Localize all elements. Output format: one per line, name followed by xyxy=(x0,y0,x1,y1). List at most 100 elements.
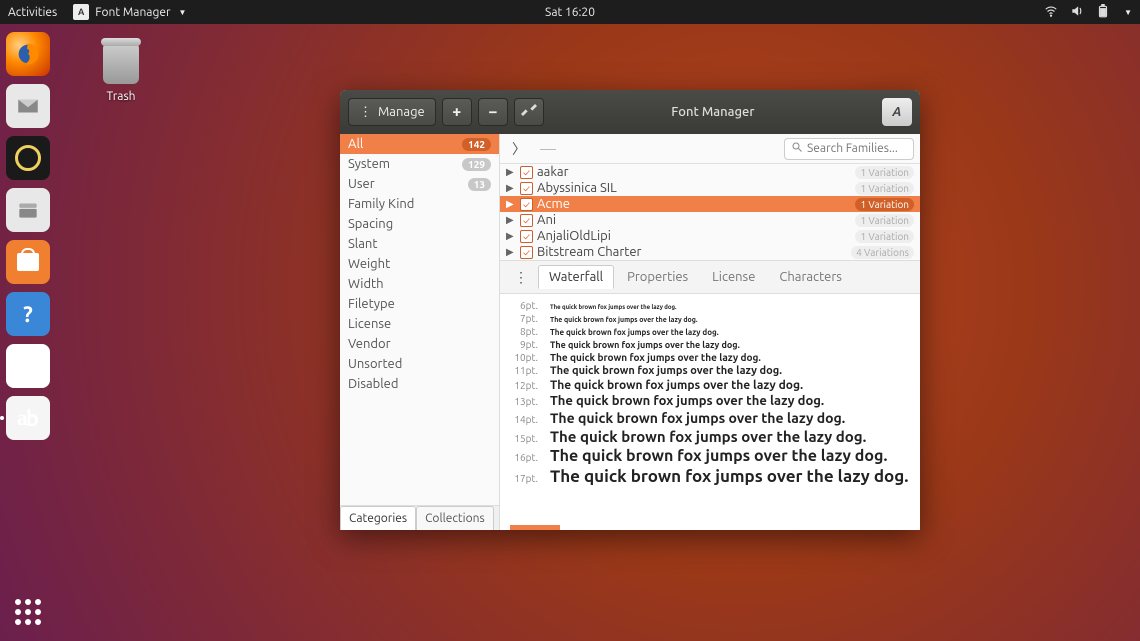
category-item[interactable]: Filetype xyxy=(340,294,499,314)
category-label: Filetype xyxy=(348,297,395,311)
preview-tabs: ⋮ Waterfall Properties License Character… xyxy=(500,260,920,294)
waterfall-point-size: 17pt. xyxy=(510,473,538,484)
about-button[interactable]: A xyxy=(882,98,912,126)
app-menu[interactable]: A Font Manager ▼ xyxy=(73,4,186,20)
show-applications-button[interactable] xyxy=(15,599,41,625)
back-button[interactable]: 〉 xyxy=(506,139,532,159)
manage-button[interactable]: ⋮ Manage xyxy=(348,98,436,126)
family-item[interactable]: ▶ ✓ Ani 1 Variation xyxy=(500,212,920,228)
family-name: AnjaliOldLipi xyxy=(537,229,851,243)
waterfall-preview: 6pt.The quick brown fox jumps over the l… xyxy=(500,294,920,530)
desktop-icon-label: Trash xyxy=(86,90,156,103)
preview-menu-button[interactable]: ⋮ xyxy=(506,269,536,286)
tab-characters[interactable]: Characters xyxy=(768,265,853,289)
category-label: Family Kind xyxy=(348,197,414,211)
tab-waterfall[interactable]: Waterfall xyxy=(538,265,614,289)
category-item[interactable]: Width xyxy=(340,274,499,294)
family-checkbox[interactable]: ✓ xyxy=(520,198,533,211)
family-item[interactable]: ▶✓Acme1 Variation xyxy=(500,196,920,212)
category-count-badge: 13 xyxy=(468,178,491,191)
system-menu-caret-icon[interactable]: ▼ xyxy=(1124,8,1132,17)
waterfall-row: 6pt.The quick brown fox jumps over the l… xyxy=(510,300,910,311)
variation-badge: 4 Variations xyxy=(851,246,914,259)
waterfall-point-size: 11pt. xyxy=(510,365,538,376)
launcher-firefox[interactable] xyxy=(6,32,50,76)
tab-properties[interactable]: Properties xyxy=(616,265,699,289)
family-item[interactable]: ▶✓AnjaliOldLipi1 Variation xyxy=(500,228,920,244)
tab-categories[interactable]: Categories xyxy=(340,506,416,530)
waterfall-sample: The quick brown fox jumps over the lazy … xyxy=(550,365,782,377)
font-icon: A xyxy=(892,105,901,119)
family-checkbox[interactable]: ✓ xyxy=(520,182,533,195)
waterfall-sample: The quick brown fox jumps over the lazy … xyxy=(550,410,845,426)
battery-icon[interactable] xyxy=(1096,4,1110,21)
tab-license[interactable]: License xyxy=(701,265,766,289)
launcher-software[interactable] xyxy=(6,240,50,284)
minus-icon: − xyxy=(488,103,497,121)
category-item[interactable]: Disabled xyxy=(340,374,499,394)
clock[interactable]: Sat 16:20 xyxy=(545,6,595,19)
launcher-amazon[interactable]: a xyxy=(6,344,50,388)
waterfall-sample: The quick brown fox jumps over the lazy … xyxy=(550,304,677,311)
waterfall-point-size: 14pt. xyxy=(510,414,538,425)
settings-button[interactable] xyxy=(514,98,544,126)
family-name: Ani xyxy=(537,213,851,227)
volume-icon[interactable] xyxy=(1070,4,1084,21)
waterfall-row: 8pt.The quick brown fox jumps over the l… xyxy=(510,326,910,337)
category-item[interactable]: System129 xyxy=(340,154,499,174)
font-manager-window: ⋮ Manage + − Font Manager A All 142 System… xyxy=(340,90,920,530)
waterfall-point-size: 15pt. xyxy=(510,433,538,444)
waterfall-sample: The quick brown fox jumps over the lazy … xyxy=(550,467,908,486)
remove-button[interactable]: − xyxy=(478,98,508,126)
family-item[interactable]: ▶✓aakar1 Variation xyxy=(500,164,920,180)
family-item[interactable]: ▶✓Bitstream Charter4 Variations xyxy=(500,244,920,260)
launcher-music[interactable] xyxy=(6,136,50,180)
category-item[interactable]: User13 xyxy=(340,174,499,194)
category-item[interactable]: All 142 xyxy=(340,134,499,154)
family-checkbox[interactable]: ✓ xyxy=(520,166,533,179)
category-item[interactable]: Family Kind xyxy=(340,194,499,214)
category-label: Vendor xyxy=(348,337,391,351)
waterfall-row: 13pt.The quick brown fox jumps over the … xyxy=(510,394,910,408)
wifi-icon[interactable] xyxy=(1044,4,1058,21)
waterfall-point-size: 7pt. xyxy=(510,313,538,324)
vertical-dots-icon: ⋮ xyxy=(514,269,528,285)
disclosure-triangle-icon: ▶ xyxy=(506,214,516,226)
family-checkbox[interactable]: ✓ xyxy=(520,246,533,259)
app-menu-label: Font Manager xyxy=(95,6,170,19)
launcher-mail[interactable] xyxy=(6,84,50,128)
family-checkbox[interactable]: ✓ xyxy=(520,214,533,227)
desktop-icon-trash[interactable]: Trash xyxy=(86,40,156,103)
add-button[interactable]: + xyxy=(442,98,472,126)
category-count-badge: 142 xyxy=(462,138,491,151)
launcher-help[interactable]: ? xyxy=(6,292,50,336)
waterfall-sample: The quick brown fox jumps over the lazy … xyxy=(550,352,761,363)
launcher-font-manager[interactable]: ab xyxy=(6,396,50,440)
titlebar[interactable]: ⋮ Manage + − Font Manager A xyxy=(340,90,920,134)
launcher-files[interactable] xyxy=(6,188,50,232)
waterfall-point-size: 8pt. xyxy=(510,326,538,337)
category-item[interactable]: Unsorted xyxy=(340,354,499,374)
tab-collections[interactable]: Collections xyxy=(416,506,494,530)
family-item[interactable]: ▶✓Abyssinica SIL1 Variation xyxy=(500,180,920,196)
family-checkbox[interactable]: ✓ xyxy=(520,230,533,243)
category-label: System xyxy=(348,157,390,171)
category-label: All xyxy=(348,137,363,151)
category-item[interactable]: Vendor xyxy=(340,334,499,354)
waterfall-row: 10pt.The quick brown fox jumps over the … xyxy=(510,352,910,363)
category-item[interactable]: License xyxy=(340,314,499,334)
disclosure-triangle-icon: ▶ xyxy=(506,246,516,258)
category-label: Unsorted xyxy=(348,357,402,371)
category-item[interactable]: Slant xyxy=(340,234,499,254)
search-families[interactable] xyxy=(784,138,914,160)
activities-button[interactable]: Activities xyxy=(8,6,57,19)
category-item[interactable]: Weight xyxy=(340,254,499,274)
disclosure-triangle-icon: ▶ xyxy=(506,166,516,178)
launcher-dock: ? a ab xyxy=(0,24,56,641)
category-item[interactable]: Spacing xyxy=(340,214,499,234)
family-list: ▶✓aakar1 Variation▶✓Abyssinica SIL1 Vari… xyxy=(500,164,920,260)
disclosure-triangle-icon: ▶ xyxy=(506,198,516,210)
tools-icon xyxy=(521,102,537,122)
search-input[interactable] xyxy=(807,142,920,155)
variation-badge: 1 Variation xyxy=(855,214,914,227)
